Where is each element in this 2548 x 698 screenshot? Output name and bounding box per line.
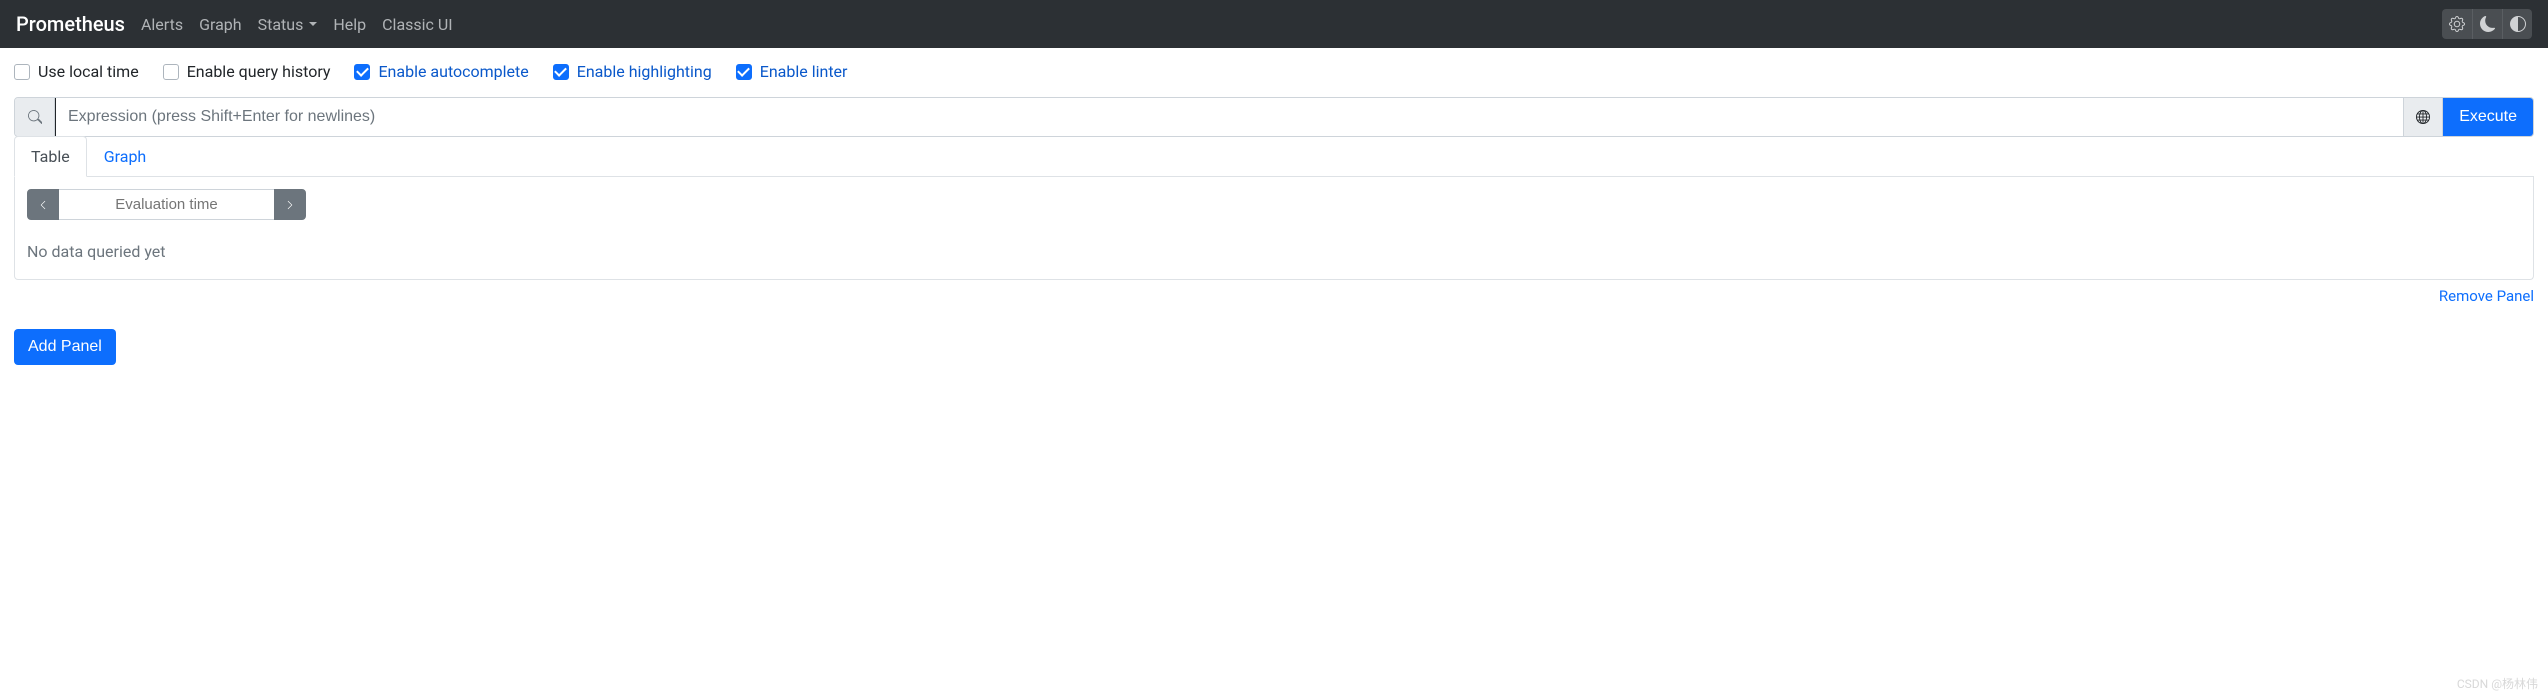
- checkbox-checked-icon: [354, 64, 370, 80]
- query-row: Execute: [14, 97, 2534, 137]
- nav-status-label: Status: [258, 15, 304, 34]
- brand[interactable]: Prometheus: [16, 12, 125, 36]
- remove-panel-link[interactable]: Remove Panel: [2439, 287, 2534, 305]
- theme-icon-group: [2442, 9, 2532, 39]
- nav-alerts[interactable]: Alerts: [141, 15, 183, 34]
- chevron-left-icon: [38, 200, 48, 210]
- time-prev-button[interactable]: [27, 189, 59, 220]
- expression-input[interactable]: [55, 98, 2403, 136]
- tab-table[interactable]: Table: [14, 136, 87, 177]
- tab-graph[interactable]: Graph: [87, 136, 164, 177]
- nav-status[interactable]: Status: [258, 15, 318, 34]
- option-linter-label: Enable linter: [760, 62, 848, 81]
- moon-icon[interactable]: [2472, 9, 2502, 39]
- nav-links: Alerts Graph Status Help Classic UI: [141, 15, 453, 34]
- navbar-left: Prometheus Alerts Graph Status Help Clas…: [16, 12, 453, 36]
- evaluation-time-input[interactable]: [59, 189, 274, 220]
- checkbox-icon: [163, 64, 179, 80]
- execute-button[interactable]: Execute: [2443, 98, 2533, 136]
- option-query-history[interactable]: Enable query history: [163, 62, 331, 81]
- options-row: Use local time Enable query history Enab…: [14, 62, 2534, 81]
- contrast-icon[interactable]: [2502, 9, 2532, 39]
- remove-panel-row: Remove Panel: [14, 286, 2534, 305]
- no-data-message: No data queried yet: [27, 236, 2521, 267]
- navbar: Prometheus Alerts Graph Status Help Clas…: [0, 0, 2548, 48]
- checkbox-icon: [14, 64, 30, 80]
- gear-icon[interactable]: [2442, 9, 2472, 39]
- option-highlighting[interactable]: Enable highlighting: [553, 62, 712, 81]
- checkbox-checked-icon: [736, 64, 752, 80]
- time-next-button[interactable]: [274, 189, 306, 220]
- nav-classic-ui[interactable]: Classic UI: [382, 15, 452, 34]
- watermark: CSDN @杨林伟: [2457, 675, 2538, 692]
- chevron-down-icon: [309, 22, 317, 26]
- content: Use local time Enable query history Enab…: [0, 48, 2548, 379]
- navbar-right: [2442, 9, 2532, 39]
- nav-graph[interactable]: Graph: [199, 15, 242, 34]
- checkbox-checked-icon: [553, 64, 569, 80]
- globe-icon[interactable]: [2403, 98, 2443, 136]
- option-autocomplete-label: Enable autocomplete: [378, 62, 528, 81]
- add-panel-button[interactable]: Add Panel: [14, 329, 116, 365]
- option-linter[interactable]: Enable linter: [736, 62, 848, 81]
- option-autocomplete[interactable]: Enable autocomplete: [354, 62, 528, 81]
- evaluation-time-nav: [27, 189, 302, 220]
- option-highlighting-label: Enable highlighting: [577, 62, 712, 81]
- panel-body: No data queried yet: [14, 177, 2534, 280]
- option-query-history-label: Enable query history: [187, 62, 331, 81]
- nav-help[interactable]: Help: [333, 15, 366, 34]
- chevron-right-icon: [285, 200, 295, 210]
- tabs: Table Graph: [14, 136, 2534, 177]
- search-icon: [15, 98, 55, 136]
- option-local-time-label: Use local time: [38, 62, 139, 81]
- option-local-time[interactable]: Use local time: [14, 62, 139, 81]
